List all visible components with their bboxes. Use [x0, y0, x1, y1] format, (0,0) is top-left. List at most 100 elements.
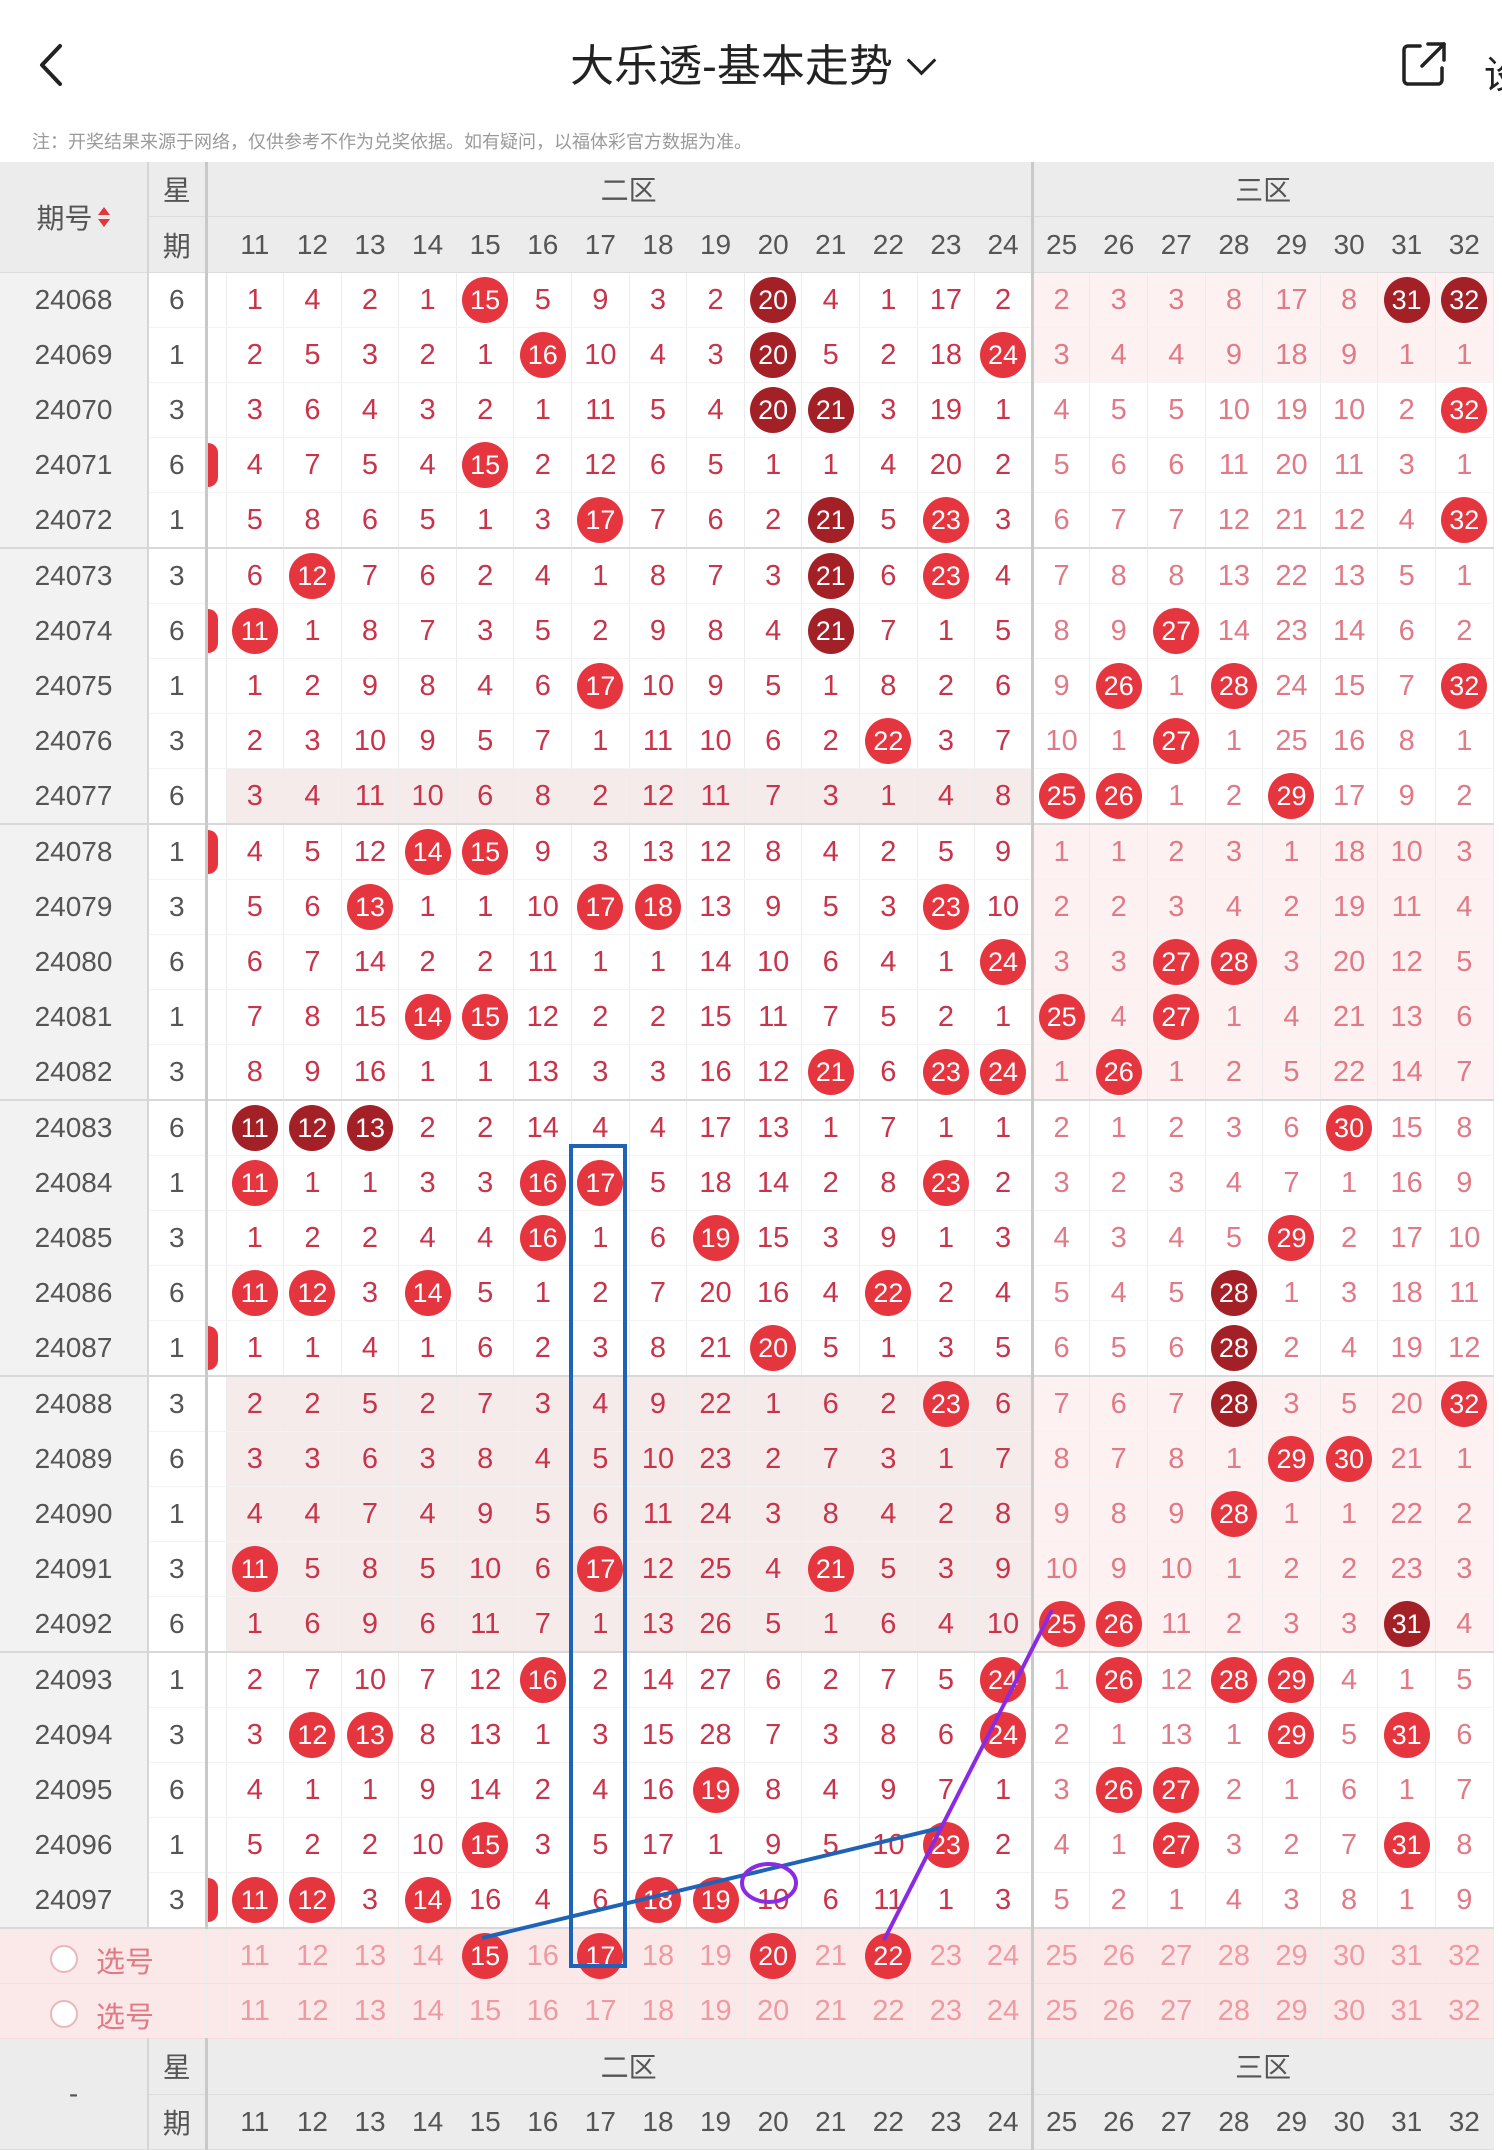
cell-24: 7 — [974, 1431, 1034, 1487]
pick-cell[interactable]: 选号 — [0, 1928, 207, 1984]
cell-25: 25 — [1032, 768, 1091, 825]
cell-30: 1 — [1320, 1486, 1379, 1542]
pick-number-30[interactable]: 30 — [1320, 1928, 1379, 1984]
drawn-ball: 21 — [807, 553, 854, 599]
column-header-day-bottom: 期 — [148, 216, 208, 273]
cell-25: 2 — [1032, 879, 1091, 935]
pick-number-16[interactable]: 16 — [513, 1928, 573, 1984]
draw-day: 1 — [148, 1486, 208, 1542]
page-title-dropdown[interactable]: 大乐透-基本走势 — [0, 30, 1502, 94]
pick-number-28[interactable]: 28 — [1205, 1928, 1264, 1984]
pick-number-24[interactable]: 24 — [974, 1983, 1034, 2039]
pick-number-18[interactable]: 18 — [629, 1928, 688, 1984]
pick-number-21[interactable]: 21 — [801, 1983, 861, 2039]
cell-23: 1 — [917, 1872, 976, 1929]
drawn-ball: 15 — [462, 994, 509, 1040]
cell-29: 21 — [1262, 492, 1321, 549]
pick-number-21[interactable]: 21 — [801, 1928, 861, 1984]
pick-number-30[interactable]: 30 — [1320, 1983, 1379, 2039]
radio-button[interactable] — [50, 2000, 78, 2028]
cell-30: 5 — [1320, 1707, 1379, 1763]
cell-32: 32 — [1435, 382, 1494, 438]
pick-number-19[interactable]: 19 — [686, 1983, 745, 2039]
cell-31: 10 — [1377, 824, 1436, 880]
cell-20: 12 — [744, 1044, 803, 1101]
cell-13: 9 — [341, 1596, 400, 1653]
pick-number-23[interactable]: 23 — [917, 1983, 976, 2039]
cell-12: 1 — [283, 603, 342, 659]
pick-number-31[interactable]: 31 — [1377, 1928, 1436, 1984]
pick-number-17[interactable]: 17 — [571, 1983, 630, 2039]
cell-13: 2 — [341, 1817, 400, 1873]
pick-number-22[interactable]: 22 — [859, 1983, 918, 2039]
radio-button[interactable] — [50, 1945, 78, 1973]
pick-number-25[interactable]: 25 — [1032, 1928, 1091, 1984]
cell-13: 4 — [341, 382, 400, 438]
cell-13: 10 — [341, 1652, 400, 1708]
pick-number-32[interactable]: 32 — [1435, 1983, 1494, 2039]
pick-number-19[interactable]: 19 — [686, 1928, 745, 1984]
pick-number-24[interactable]: 24 — [974, 1928, 1034, 1984]
pick-number-29[interactable]: 29 — [1262, 1928, 1321, 1984]
pick-number-14[interactable]: 14 — [398, 1928, 457, 1984]
cell-15: 15 — [456, 272, 515, 328]
pick-number-28[interactable]: 28 — [1205, 1983, 1264, 2039]
pick-number-14[interactable]: 14 — [398, 1983, 457, 2039]
pick-number-15[interactable]: 15 — [456, 1983, 515, 2039]
pick-number-26[interactable]: 26 — [1089, 1983, 1148, 2039]
cell-27: 27 — [1147, 1762, 1206, 1818]
column-header-issue[interactable]: 期号 — [0, 162, 149, 273]
pick-number-15[interactable]: 15 — [456, 1928, 515, 1984]
cell-16: 6 — [513, 658, 573, 714]
cut-off-cell — [206, 327, 227, 383]
share-icon[interactable] — [1400, 40, 1448, 88]
pick-number-11[interactable]: 11 — [226, 1983, 285, 2039]
draw-day: 6 — [148, 1265, 208, 1321]
pick-number-17[interactable]: 17 — [571, 1928, 630, 1984]
cell-19: 10 — [686, 713, 745, 769]
drawn-ball: 24 — [980, 1712, 1027, 1758]
cell-26: 2 — [1089, 1155, 1148, 1211]
cell-19: 16 — [686, 1044, 745, 1101]
table-row: 24086 6 11 12 3 14 5 1 2 7 20 16 4 22 2 4 5 4 5 28 1 3 18 11 — [0, 1265, 1494, 1321]
cell-21: 6 — [801, 934, 861, 990]
pick-number-27[interactable]: 27 — [1147, 1983, 1206, 2039]
issue-number: 24089 — [0, 1431, 149, 1487]
pick-number-25[interactable]: 25 — [1032, 1983, 1091, 2039]
pick-number-11[interactable]: 11 — [226, 1928, 285, 1984]
pick-number-29[interactable]: 29 — [1262, 1983, 1321, 2039]
cell-14: 9 — [398, 713, 457, 769]
drawn-ball: 19 — [692, 1767, 739, 1813]
drawn-ball: 12 — [289, 553, 336, 599]
pick-number-26[interactable]: 26 — [1089, 1928, 1148, 1984]
pick-number-31[interactable]: 31 — [1377, 1983, 1436, 2039]
cell-13: 6 — [341, 1431, 400, 1487]
pick-number-20[interactable]: 20 — [744, 1928, 803, 1984]
cell-16: 9 — [513, 824, 573, 880]
pick-number-23[interactable]: 23 — [917, 1928, 976, 1984]
pick-number-12[interactable]: 12 — [283, 1983, 342, 2039]
pick-number-22[interactable]: 22 — [859, 1928, 918, 1984]
pick-number-20[interactable]: 20 — [744, 1983, 803, 2039]
cell-20: 20 — [744, 327, 803, 383]
pick-number-12[interactable]: 12 — [283, 1928, 342, 1984]
cell-32: 1 — [1435, 548, 1494, 604]
table-row: 24072 1 5 8 6 5 1 3 17 7 6 2 21 5 23 3 6 7 7 12 21 12 4 32 — [0, 492, 1494, 549]
cell-27: 11 — [1147, 1596, 1206, 1653]
pick-number-32[interactable]: 32 — [1435, 1928, 1494, 1984]
pick-number-27[interactable]: 27 — [1147, 1928, 1206, 1984]
pick-cell[interactable]: 选号 — [0, 1983, 207, 2039]
cell-15: 13 — [456, 1707, 515, 1763]
pick-number-13[interactable]: 13 — [341, 1928, 400, 1984]
cell-29: 3 — [1262, 1872, 1321, 1929]
draw-day: 6 — [148, 1100, 208, 1156]
pick-number-13[interactable]: 13 — [341, 1983, 400, 2039]
pick-number-16[interactable]: 16 — [513, 1983, 573, 2039]
issue-number: 24085 — [0, 1210, 149, 1266]
cell-32: 7 — [1435, 1762, 1494, 1818]
settings-button[interactable]: 设 — [1484, 44, 1502, 99]
cell-27: 8 — [1147, 1431, 1206, 1487]
pick-number-18[interactable]: 18 — [629, 1983, 688, 2039]
header-cut-cell — [206, 162, 227, 218]
cell-28: 12 — [1205, 492, 1264, 549]
